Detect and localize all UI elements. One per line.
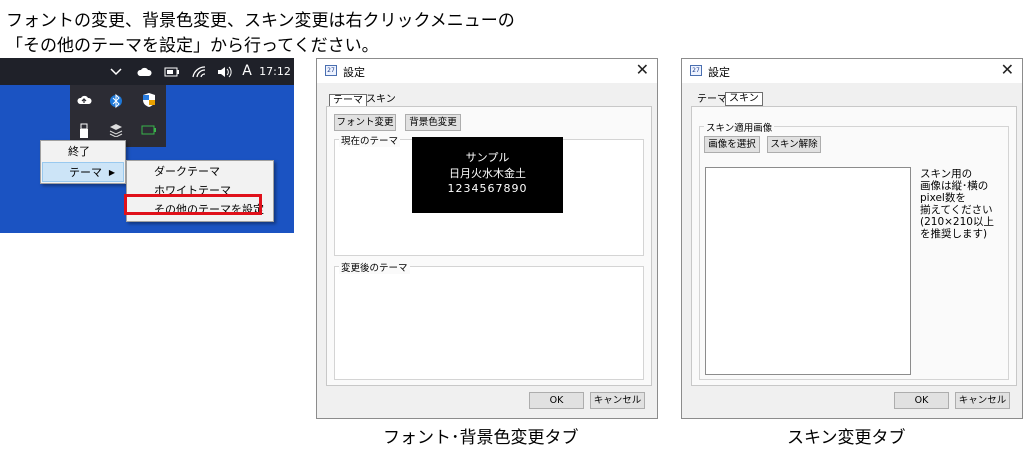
ok-button[interactable]: OK	[894, 392, 949, 409]
tab-page-skin: スキン適用画像 画像を選択 スキン解除 スキン用の 画像は縦･横の pixel数…	[691, 106, 1017, 386]
font-change-button[interactable]: フォント変更	[334, 114, 396, 131]
chevron-up-icon[interactable]	[108, 58, 124, 85]
preview-line-3: 1234567890	[447, 182, 528, 195]
skin-note-line-6: を推奨します)	[920, 228, 988, 240]
settings-dialog-theme: 27 設定 ✕ テーマ スキン フォント変更 背景色変更 現在のテーマ 変更後の…	[316, 58, 658, 419]
skin-note-line-5: (210×210以上	[920, 216, 994, 228]
close-icon[interactable]: ✕	[636, 61, 649, 79]
after-theme-label: 変更後のテーマ	[339, 260, 410, 274]
close-icon[interactable]: ✕	[1001, 61, 1014, 79]
wifi-icon[interactable]	[189, 58, 209, 85]
taskbar: A 17:12	[0, 58, 294, 85]
menu-item-dark-theme[interactable]: ダークテーマ	[128, 162, 272, 182]
speaker-icon[interactable]	[214, 58, 236, 85]
cancel-button[interactable]: キャンセル	[955, 392, 1010, 409]
skin-note-line-2: 画像は縦･横の	[920, 180, 989, 192]
desktop-area: A 17:12 終了 テーマ ▶ ダークテーマ ホワイトテーマ その他のテーマを…	[0, 58, 294, 233]
submenu-arrow-icon: ▶	[108, 168, 115, 177]
cloud-icon[interactable]	[134, 58, 154, 85]
skin-note-line-1: スキン用の	[920, 168, 973, 180]
usb-icon[interactable]	[75, 123, 93, 141]
skin-image-preview	[705, 167, 911, 375]
skin-image-group-label: スキン適用画像	[704, 120, 775, 134]
instruction-line-1: フォントの変更、背景色変更、スキン変更は右クリックメニューの	[6, 11, 515, 31]
caption-skin-tab: スキン変更タブ	[787, 428, 906, 448]
menu-item-theme[interactable]: テーマ ▶	[42, 162, 124, 182]
bg-color-change-button[interactable]: 背景色変更	[405, 114, 461, 131]
after-theme-group: 変更後のテーマ	[334, 260, 644, 380]
app-tray-icon[interactable]	[107, 123, 125, 141]
preview-line-2: 日月火水木金土	[449, 167, 526, 180]
tab-skin[interactable]: スキン	[725, 92, 763, 106]
cancel-button[interactable]: キャンセル	[590, 392, 645, 409]
dialog-title: 設定	[343, 66, 365, 79]
battery-icon[interactable]	[162, 58, 182, 85]
caption-font-tab: フォント･背景色変更タブ	[383, 428, 579, 448]
select-image-button[interactable]: 画像を選択	[704, 136, 760, 153]
context-menu: 終了 テーマ ▶	[40, 140, 126, 184]
current-theme-label: 現在のテーマ	[339, 133, 401, 147]
tray-overflow-popup	[70, 85, 166, 147]
cloud-upload-icon[interactable]	[75, 93, 93, 111]
settings-dialog-skin: 27 設定 ✕ テーマ スキン スキン適用画像 画像を選択 スキン解除 スキン用…	[681, 58, 1023, 419]
ok-button[interactable]: OK	[529, 392, 584, 409]
skin-image-group: スキン適用画像 画像を選択 スキン解除 スキン用の 画像は縦･横の pixel数…	[699, 120, 1009, 380]
app-icon: 27	[325, 65, 337, 76]
skin-note-line-4: 揃えてください	[920, 204, 993, 216]
ime-indicator[interactable]: A	[240, 58, 254, 85]
titlebar: 27 設定 ✕	[682, 59, 1022, 83]
clock-time[interactable]: 17:12	[258, 58, 292, 85]
highlight-box	[124, 194, 262, 215]
instruction-line-2: 「その他のテーマを設定」から行ってください。	[6, 36, 379, 56]
battery-green-icon[interactable]	[140, 123, 158, 141]
app-icon: 27	[690, 65, 702, 76]
shield-icon[interactable]	[140, 92, 158, 110]
preview-line-1: サンプル	[465, 151, 510, 164]
skin-note-line-3: pixel数を	[920, 192, 966, 204]
theme-preview: サンプル 日月火水木金土 1234567890	[412, 137, 563, 213]
bluetooth-icon[interactable]	[107, 93, 125, 111]
remove-skin-button[interactable]: スキン解除	[767, 136, 821, 153]
menu-item-exit[interactable]: 終了	[42, 142, 124, 162]
dialog-title: 設定	[708, 66, 730, 79]
titlebar: 27 設定 ✕	[317, 59, 657, 83]
